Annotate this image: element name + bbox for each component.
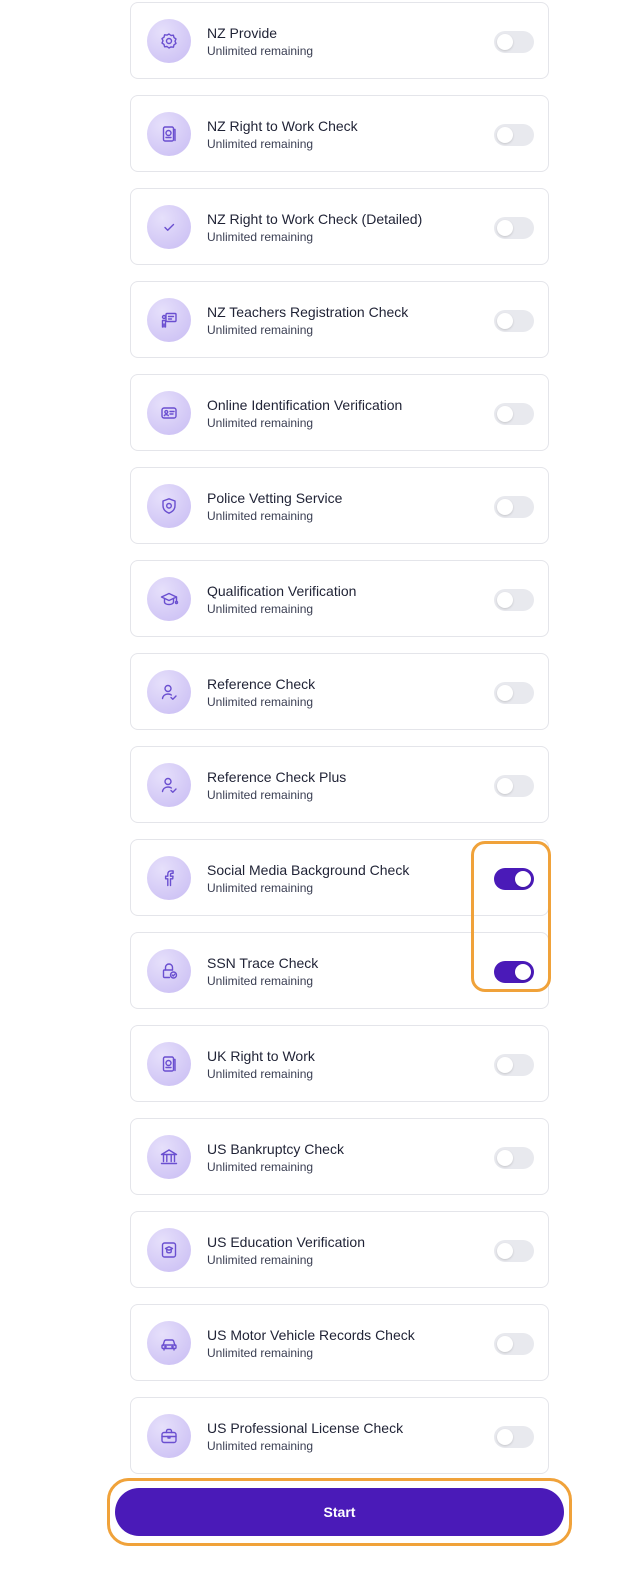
check-remaining: Unlimited remaining — [207, 1253, 314, 1267]
check-card: Police Vetting Service Unlimited remainin… — [130, 467, 549, 544]
check-remaining: Unlimited remaining — [207, 44, 314, 58]
check-remaining: Unlimited remaining — [207, 695, 314, 709]
check-toggle[interactable] — [494, 1240, 534, 1262]
check-remaining: Unlimited remaining — [207, 1160, 314, 1174]
check-remaining: Unlimited remaining — [207, 974, 314, 988]
check-title: NZ Right to Work Check (Detailed) — [207, 211, 423, 227]
facebook-icon — [147, 856, 191, 900]
check-remaining: Unlimited remaining — [207, 1067, 314, 1081]
toggle-knob — [497, 1057, 513, 1073]
passport-icon — [147, 112, 191, 156]
check-toggle[interactable] — [494, 589, 534, 611]
check-remaining: Unlimited remaining — [207, 137, 314, 151]
toggle-knob — [497, 592, 513, 608]
check-toggle[interactable] — [494, 217, 534, 239]
check-title: NZ Right to Work Check — [207, 118, 358, 134]
check-title: US Professional License Check — [207, 1420, 404, 1436]
check-remaining: Unlimited remaining — [207, 323, 314, 337]
check-card: US Bankruptcy Check Unlimited remaining — [130, 1118, 549, 1195]
check-title: Social Media Background Check — [207, 862, 410, 878]
toggle-knob — [497, 1150, 513, 1166]
check-title: Online Identification Verification — [207, 397, 403, 413]
id-card-icon — [147, 391, 191, 435]
toggle-knob — [497, 406, 513, 422]
check-card: Online Identification Verification Unlimi… — [130, 374, 549, 451]
check-toggle[interactable] — [494, 1426, 534, 1448]
toggle-knob — [497, 1243, 513, 1259]
check-card: Qualification Verification Unlimited rema… — [130, 560, 549, 637]
toggle-knob — [497, 127, 513, 143]
check-remaining: Unlimited remaining — [207, 602, 314, 616]
check-remaining: Unlimited remaining — [207, 230, 314, 244]
check-title: US Motor Vehicle Records Check — [207, 1327, 415, 1343]
check-icon — [147, 205, 191, 249]
check-title: UK Right to Work — [207, 1048, 315, 1064]
check-title: Qualification Verification — [207, 583, 357, 599]
toggle-knob — [497, 34, 513, 50]
check-card: Reference Check Plus Unlimited remaining — [130, 746, 549, 823]
user-check-icon — [147, 670, 191, 714]
check-remaining: Unlimited remaining — [207, 509, 314, 523]
car-icon — [147, 1321, 191, 1365]
check-toggle[interactable] — [494, 1333, 534, 1355]
toggle-knob — [497, 220, 513, 236]
check-remaining: Unlimited remaining — [207, 1346, 314, 1360]
toggle-knob — [497, 778, 513, 794]
check-card: Reference Check Unlimited remaining — [130, 653, 549, 730]
checks-page: NZ Provide Unlimited remaining NZ Right to… — [0, 0, 634, 1570]
check-title: US Bankruptcy Check — [207, 1141, 344, 1157]
check-card: US Professional License Check Unlimited r… — [130, 1397, 549, 1474]
check-card: US Education Verification Unlimited remai… — [130, 1211, 549, 1288]
check-toggle[interactable] — [494, 1147, 534, 1169]
check-title: SSN Trace Check — [207, 955, 319, 971]
badge-icon — [147, 19, 191, 63]
check-toggle[interactable] — [494, 868, 534, 890]
check-title: Reference Check Plus — [207, 769, 347, 785]
check-toggle[interactable] — [494, 775, 534, 797]
check-title: US Education Verification — [207, 1234, 365, 1250]
check-card: NZ Provide Unlimited remaining — [130, 2, 549, 79]
check-toggle[interactable] — [494, 1054, 534, 1076]
check-title: Reference Check — [207, 676, 316, 692]
teacher-board-icon — [147, 298, 191, 342]
check-toggle[interactable] — [494, 496, 534, 518]
check-title: Police Vetting Service — [207, 490, 343, 506]
check-card: UK Right to Work Unlimited remaining — [130, 1025, 549, 1102]
check-toggle[interactable] — [494, 961, 534, 983]
graduation-cap-icon — [147, 577, 191, 621]
toggle-knob — [497, 499, 513, 515]
check-remaining: Unlimited remaining — [207, 788, 314, 802]
check-title: NZ Teachers Registration Check — [207, 304, 409, 320]
check-card: US Motor Vehicle Records Check Unlimited … — [130, 1304, 549, 1381]
bank-icon — [147, 1135, 191, 1179]
check-remaining: Unlimited remaining — [207, 1439, 314, 1453]
toggle-knob — [515, 871, 531, 887]
police-badge-icon — [147, 484, 191, 528]
toggle-knob — [515, 964, 531, 980]
check-card: Social Media Background Check Unlimited r… — [130, 839, 549, 916]
check-toggle[interactable] — [494, 682, 534, 704]
check-remaining: Unlimited remaining — [207, 881, 314, 895]
check-toggle[interactable] — [494, 124, 534, 146]
check-card: NZ Right to Work Check Unlimited remainin… — [130, 95, 549, 172]
check-toggle[interactable] — [494, 403, 534, 425]
check-title: NZ Provide — [207, 25, 278, 41]
education-doc-icon — [147, 1228, 191, 1272]
check-toggle[interactable] — [494, 31, 534, 53]
user-check-icon — [147, 763, 191, 807]
start-button[interactable]: Start — [115, 1488, 564, 1536]
briefcase-icon — [147, 1414, 191, 1458]
toggle-knob — [497, 1429, 513, 1445]
check-toggle[interactable] — [494, 310, 534, 332]
lock-check-icon — [147, 949, 191, 993]
check-card: SSN Trace Check Unlimited remaining — [130, 932, 549, 1009]
check-remaining: Unlimited remaining — [207, 416, 314, 430]
passport-icon — [147, 1042, 191, 1086]
check-card: NZ Teachers Registration Check Unlimited … — [130, 281, 549, 358]
toggle-knob — [497, 685, 513, 701]
toggle-knob — [497, 313, 513, 329]
toggle-knob — [497, 1336, 513, 1352]
check-card: NZ Right to Work Check (Detailed) Unlimit… — [130, 188, 549, 265]
